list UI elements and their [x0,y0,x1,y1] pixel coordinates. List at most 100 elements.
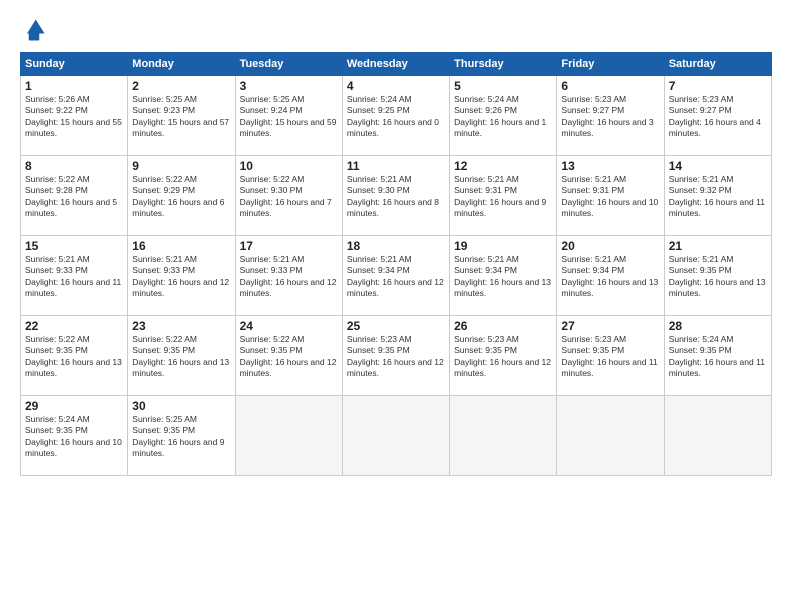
day-info: Sunrise: 5:25 AMSunset: 9:23 PMDaylight:… [132,94,230,140]
weekday-header-wednesday: Wednesday [342,53,449,76]
calendar-cell: 21Sunrise: 5:21 AMSunset: 9:35 PMDayligh… [664,236,771,316]
day-info: Sunrise: 5:21 AMSunset: 9:31 PMDaylight:… [561,174,659,220]
day-number: 4 [347,79,445,93]
calendar-cell: 13Sunrise: 5:21 AMSunset: 9:31 PMDayligh… [557,156,664,236]
weekday-header-saturday: Saturday [664,53,771,76]
calendar-week-3: 15Sunrise: 5:21 AMSunset: 9:33 PMDayligh… [21,236,772,316]
day-number: 5 [454,79,552,93]
calendar-cell [557,396,664,476]
day-info: Sunrise: 5:21 AMSunset: 9:34 PMDaylight:… [561,254,659,300]
day-info: Sunrise: 5:21 AMSunset: 9:34 PMDaylight:… [347,254,445,300]
weekday-header-sunday: Sunday [21,53,128,76]
day-info: Sunrise: 5:23 AMSunset: 9:35 PMDaylight:… [454,334,552,380]
day-number: 17 [240,239,338,253]
day-number: 27 [561,319,659,333]
day-info: Sunrise: 5:24 AMSunset: 9:35 PMDaylight:… [669,334,767,380]
calendar-cell: 17Sunrise: 5:21 AMSunset: 9:33 PMDayligh… [235,236,342,316]
weekday-header-friday: Friday [557,53,664,76]
day-info: Sunrise: 5:24 AMSunset: 9:26 PMDaylight:… [454,94,552,140]
calendar-cell: 5Sunrise: 5:24 AMSunset: 9:26 PMDaylight… [450,76,557,156]
logo-icon [20,16,48,44]
day-number: 24 [240,319,338,333]
day-info: Sunrise: 5:23 AMSunset: 9:27 PMDaylight:… [561,94,659,140]
day-number: 19 [454,239,552,253]
day-number: 16 [132,239,230,253]
page: SundayMondayTuesdayWednesdayThursdayFrid… [0,0,792,612]
day-number: 8 [25,159,123,173]
day-info: Sunrise: 5:21 AMSunset: 9:34 PMDaylight:… [454,254,552,300]
day-number: 2 [132,79,230,93]
day-number: 14 [669,159,767,173]
weekday-header-thursday: Thursday [450,53,557,76]
calendar-cell: 25Sunrise: 5:23 AMSunset: 9:35 PMDayligh… [342,316,449,396]
day-info: Sunrise: 5:21 AMSunset: 9:30 PMDaylight:… [347,174,445,220]
weekday-header-tuesday: Tuesday [235,53,342,76]
day-info: Sunrise: 5:21 AMSunset: 9:33 PMDaylight:… [132,254,230,300]
calendar-cell: 3Sunrise: 5:25 AMSunset: 9:24 PMDaylight… [235,76,342,156]
header [20,16,772,44]
calendar-cell: 27Sunrise: 5:23 AMSunset: 9:35 PMDayligh… [557,316,664,396]
calendar-cell [342,396,449,476]
calendar-cell: 12Sunrise: 5:21 AMSunset: 9:31 PMDayligh… [450,156,557,236]
weekday-header-monday: Monday [128,53,235,76]
day-info: Sunrise: 5:23 AMSunset: 9:27 PMDaylight:… [669,94,767,140]
calendar-cell: 6Sunrise: 5:23 AMSunset: 9:27 PMDaylight… [557,76,664,156]
day-number: 18 [347,239,445,253]
day-info: Sunrise: 5:23 AMSunset: 9:35 PMDaylight:… [561,334,659,380]
day-number: 15 [25,239,123,253]
day-number: 28 [669,319,767,333]
calendar-week-4: 22Sunrise: 5:22 AMSunset: 9:35 PMDayligh… [21,316,772,396]
day-info: Sunrise: 5:24 AMSunset: 9:35 PMDaylight:… [25,414,123,460]
logo [20,16,52,44]
calendar-cell: 15Sunrise: 5:21 AMSunset: 9:33 PMDayligh… [21,236,128,316]
calendar-week-5: 29Sunrise: 5:24 AMSunset: 9:35 PMDayligh… [21,396,772,476]
calendar-cell: 29Sunrise: 5:24 AMSunset: 9:35 PMDayligh… [21,396,128,476]
day-number: 11 [347,159,445,173]
day-info: Sunrise: 5:21 AMSunset: 9:31 PMDaylight:… [454,174,552,220]
day-number: 9 [132,159,230,173]
day-number: 6 [561,79,659,93]
day-info: Sunrise: 5:21 AMSunset: 9:32 PMDaylight:… [669,174,767,220]
calendar-cell: 4Sunrise: 5:24 AMSunset: 9:25 PMDaylight… [342,76,449,156]
calendar-cell: 14Sunrise: 5:21 AMSunset: 9:32 PMDayligh… [664,156,771,236]
calendar-cell: 26Sunrise: 5:23 AMSunset: 9:35 PMDayligh… [450,316,557,396]
calendar-week-1: 1Sunrise: 5:26 AMSunset: 9:22 PMDaylight… [21,76,772,156]
calendar-cell: 22Sunrise: 5:22 AMSunset: 9:35 PMDayligh… [21,316,128,396]
calendar-cell: 9Sunrise: 5:22 AMSunset: 9:29 PMDaylight… [128,156,235,236]
calendar-week-2: 8Sunrise: 5:22 AMSunset: 9:28 PMDaylight… [21,156,772,236]
calendar-cell: 2Sunrise: 5:25 AMSunset: 9:23 PMDaylight… [128,76,235,156]
day-info: Sunrise: 5:21 AMSunset: 9:33 PMDaylight:… [25,254,123,300]
day-number: 30 [132,399,230,413]
day-number: 7 [669,79,767,93]
day-number: 29 [25,399,123,413]
day-number: 22 [25,319,123,333]
calendar-cell: 30Sunrise: 5:25 AMSunset: 9:35 PMDayligh… [128,396,235,476]
calendar-cell: 23Sunrise: 5:22 AMSunset: 9:35 PMDayligh… [128,316,235,396]
calendar-cell: 1Sunrise: 5:26 AMSunset: 9:22 PMDaylight… [21,76,128,156]
day-number: 10 [240,159,338,173]
day-info: Sunrise: 5:21 AMSunset: 9:33 PMDaylight:… [240,254,338,300]
day-info: Sunrise: 5:22 AMSunset: 9:35 PMDaylight:… [25,334,123,380]
calendar-cell [664,396,771,476]
calendar-cell: 16Sunrise: 5:21 AMSunset: 9:33 PMDayligh… [128,236,235,316]
calendar-cell: 8Sunrise: 5:22 AMSunset: 9:28 PMDaylight… [21,156,128,236]
day-info: Sunrise: 5:26 AMSunset: 9:22 PMDaylight:… [25,94,123,140]
day-info: Sunrise: 5:22 AMSunset: 9:35 PMDaylight:… [240,334,338,380]
day-info: Sunrise: 5:25 AMSunset: 9:24 PMDaylight:… [240,94,338,140]
day-info: Sunrise: 5:21 AMSunset: 9:35 PMDaylight:… [669,254,767,300]
calendar-cell: 7Sunrise: 5:23 AMSunset: 9:27 PMDaylight… [664,76,771,156]
day-info: Sunrise: 5:22 AMSunset: 9:28 PMDaylight:… [25,174,123,220]
day-number: 13 [561,159,659,173]
calendar-cell: 18Sunrise: 5:21 AMSunset: 9:34 PMDayligh… [342,236,449,316]
calendar-cell: 24Sunrise: 5:22 AMSunset: 9:35 PMDayligh… [235,316,342,396]
calendar-cell: 20Sunrise: 5:21 AMSunset: 9:34 PMDayligh… [557,236,664,316]
day-info: Sunrise: 5:22 AMSunset: 9:29 PMDaylight:… [132,174,230,220]
calendar-cell [450,396,557,476]
weekday-header-row: SundayMondayTuesdayWednesdayThursdayFrid… [21,53,772,76]
day-info: Sunrise: 5:22 AMSunset: 9:35 PMDaylight:… [132,334,230,380]
day-number: 25 [347,319,445,333]
calendar-cell: 11Sunrise: 5:21 AMSunset: 9:30 PMDayligh… [342,156,449,236]
calendar-table: SundayMondayTuesdayWednesdayThursdayFrid… [20,52,772,476]
day-number: 21 [669,239,767,253]
day-info: Sunrise: 5:22 AMSunset: 9:30 PMDaylight:… [240,174,338,220]
